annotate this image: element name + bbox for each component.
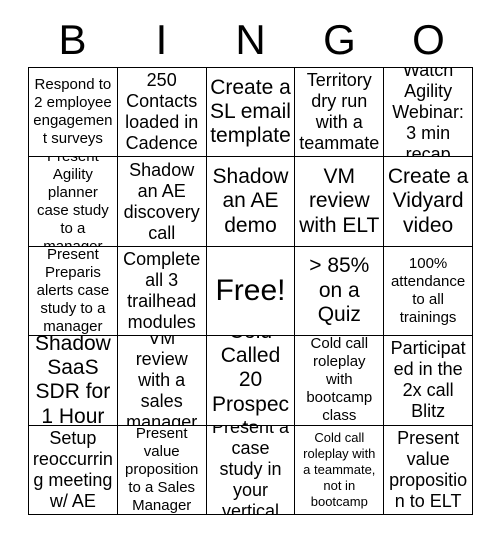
bingo-cell-label: Shadow SaaS SDR for 1 Hour xyxy=(34,336,111,426)
bingo-cell-r3c1[interactable]: Present Preparis alerts case study to a … xyxy=(29,246,118,337)
bingo-cell-label: Create a SL email template xyxy=(210,75,291,148)
bingo-cell-r2c2[interactable]: Shadow an AE discovery call xyxy=(117,157,207,247)
bingo-grid: Respond to 2 employee engagement surveys… xyxy=(28,67,473,515)
bingo-cell-label: Present Preparis alerts case study to a … xyxy=(36,246,110,335)
bingo-cell-label: Territory dry run with a teammate xyxy=(299,70,380,154)
bingo-cell-label: Present a case study in your vertical xyxy=(211,425,290,515)
bingo-cell-label: Participated in the 2x call Blitz xyxy=(390,338,466,422)
bingo-card: B I N G O Respond to 2 employee engageme… xyxy=(0,0,500,544)
bingo-cell-r1c3[interactable]: Create a SL email template xyxy=(206,68,296,158)
bingo-header: B I N G O xyxy=(28,14,473,66)
bingo-cell-r2c4[interactable]: VM review with ELT xyxy=(295,157,385,247)
bingo-cell-label: 250 Contacts loaded in Cadence xyxy=(125,70,199,154)
bingo-cell-label: Complete all 3 trailhead modules xyxy=(123,248,201,333)
bingo-cell-label: Respond to 2 employee engagement surveys xyxy=(33,76,113,148)
bingo-cell-label: VM review with ELT xyxy=(299,165,380,237)
bingo-cell-label: Shadow an AE discovery call xyxy=(123,159,200,243)
bingo-cell-label: Cold Called 20 Prospects xyxy=(211,336,290,424)
bingo-cell-r1c1[interactable]: Respond to 2 employee engagement surveys xyxy=(29,68,118,158)
bingo-cell-label: Create a Vidyard video xyxy=(387,165,469,237)
bingo-cell-r4c4[interactable]: Cold call roleplay with bootcamp class xyxy=(295,336,385,426)
bingo-cell-r3c2[interactable]: Complete all 3 trailhead modules xyxy=(117,246,207,337)
bingo-cell-label: Cold call roleplay with bootcamp class xyxy=(306,336,373,425)
bingo-cell-label: VM review with a sales manager xyxy=(126,336,198,426)
bingo-cell-r4c3[interactable]: Cold Called 20 Prospects xyxy=(206,336,296,426)
bingo-cell-r4c2[interactable]: VM review with a sales manager xyxy=(117,336,207,426)
bingo-cell-r5c4[interactable]: Cold call roleplay with a teammate, not … xyxy=(295,425,385,515)
bingo-cell-r4c1[interactable]: Shadow SaaS SDR for 1 Hour xyxy=(29,336,118,426)
bingo-header-letter-b: B xyxy=(58,16,87,63)
bingo-cell-r4c5[interactable]: Participated in the 2x call Blitz xyxy=(384,336,473,426)
bingo-cell-label: Cold call roleplay with a teammate, not … xyxy=(303,430,376,509)
bingo-header-letter-n: N xyxy=(235,16,266,63)
bingo-cell-r5c1[interactable]: Setup reoccurring meeting w/ AE xyxy=(29,425,118,515)
bingo-cell-r1c2[interactable]: 250 Contacts loaded in Cadence xyxy=(117,68,207,158)
bingo-cell-label: Shadow an AE demo xyxy=(212,165,289,237)
bingo-cell-free-space[interactable]: Free! xyxy=(206,246,296,337)
bingo-cell-r2c1[interactable]: Present Agility planner case study to a … xyxy=(29,157,118,247)
bingo-cell-label: > 85% on a Quiz xyxy=(309,254,370,327)
bingo-header-letter-i: I xyxy=(155,16,168,63)
bingo-cell-r5c3[interactable]: Present a case study in your vertical xyxy=(206,425,296,515)
bingo-cell-r1c4[interactable]: Territory dry run with a teammate xyxy=(295,68,385,158)
bingo-cell-r1c5[interactable]: Watch Agility Webinar: 3 min recap xyxy=(384,68,473,158)
bingo-cell-label: Present Agility planner case study to a … xyxy=(37,157,109,247)
bingo-cell-r3c4[interactable]: > 85% on a Quiz xyxy=(295,246,385,337)
bingo-cell-label: Setup reoccurring meeting w/ AE xyxy=(32,427,113,511)
bingo-cell-label: Watch Agility Webinar: 3 min recap xyxy=(392,68,464,158)
bingo-cell-label: Present value proposition to a Sales Man… xyxy=(125,425,199,514)
bingo-cell-r2c5[interactable]: Create a Vidyard video xyxy=(384,157,473,247)
bingo-header-letter-g: G xyxy=(323,16,356,63)
bingo-cell-label: Present value proposition to ELT xyxy=(389,427,468,511)
bingo-cell-r2c3[interactable]: Shadow an AE demo xyxy=(206,157,296,247)
bingo-cell-r3c5[interactable]: 100% attendance to all trainings xyxy=(384,246,473,337)
bingo-cell-label: 100% attendance to all trainings xyxy=(390,254,466,326)
bingo-cell-r5c5[interactable]: Present value proposition to ELT xyxy=(384,425,473,515)
bingo-cell-label: Free! xyxy=(215,274,286,308)
bingo-cell-r5c2[interactable]: Present value proposition to a Sales Man… xyxy=(117,425,207,515)
bingo-header-letter-o: O xyxy=(412,16,445,63)
